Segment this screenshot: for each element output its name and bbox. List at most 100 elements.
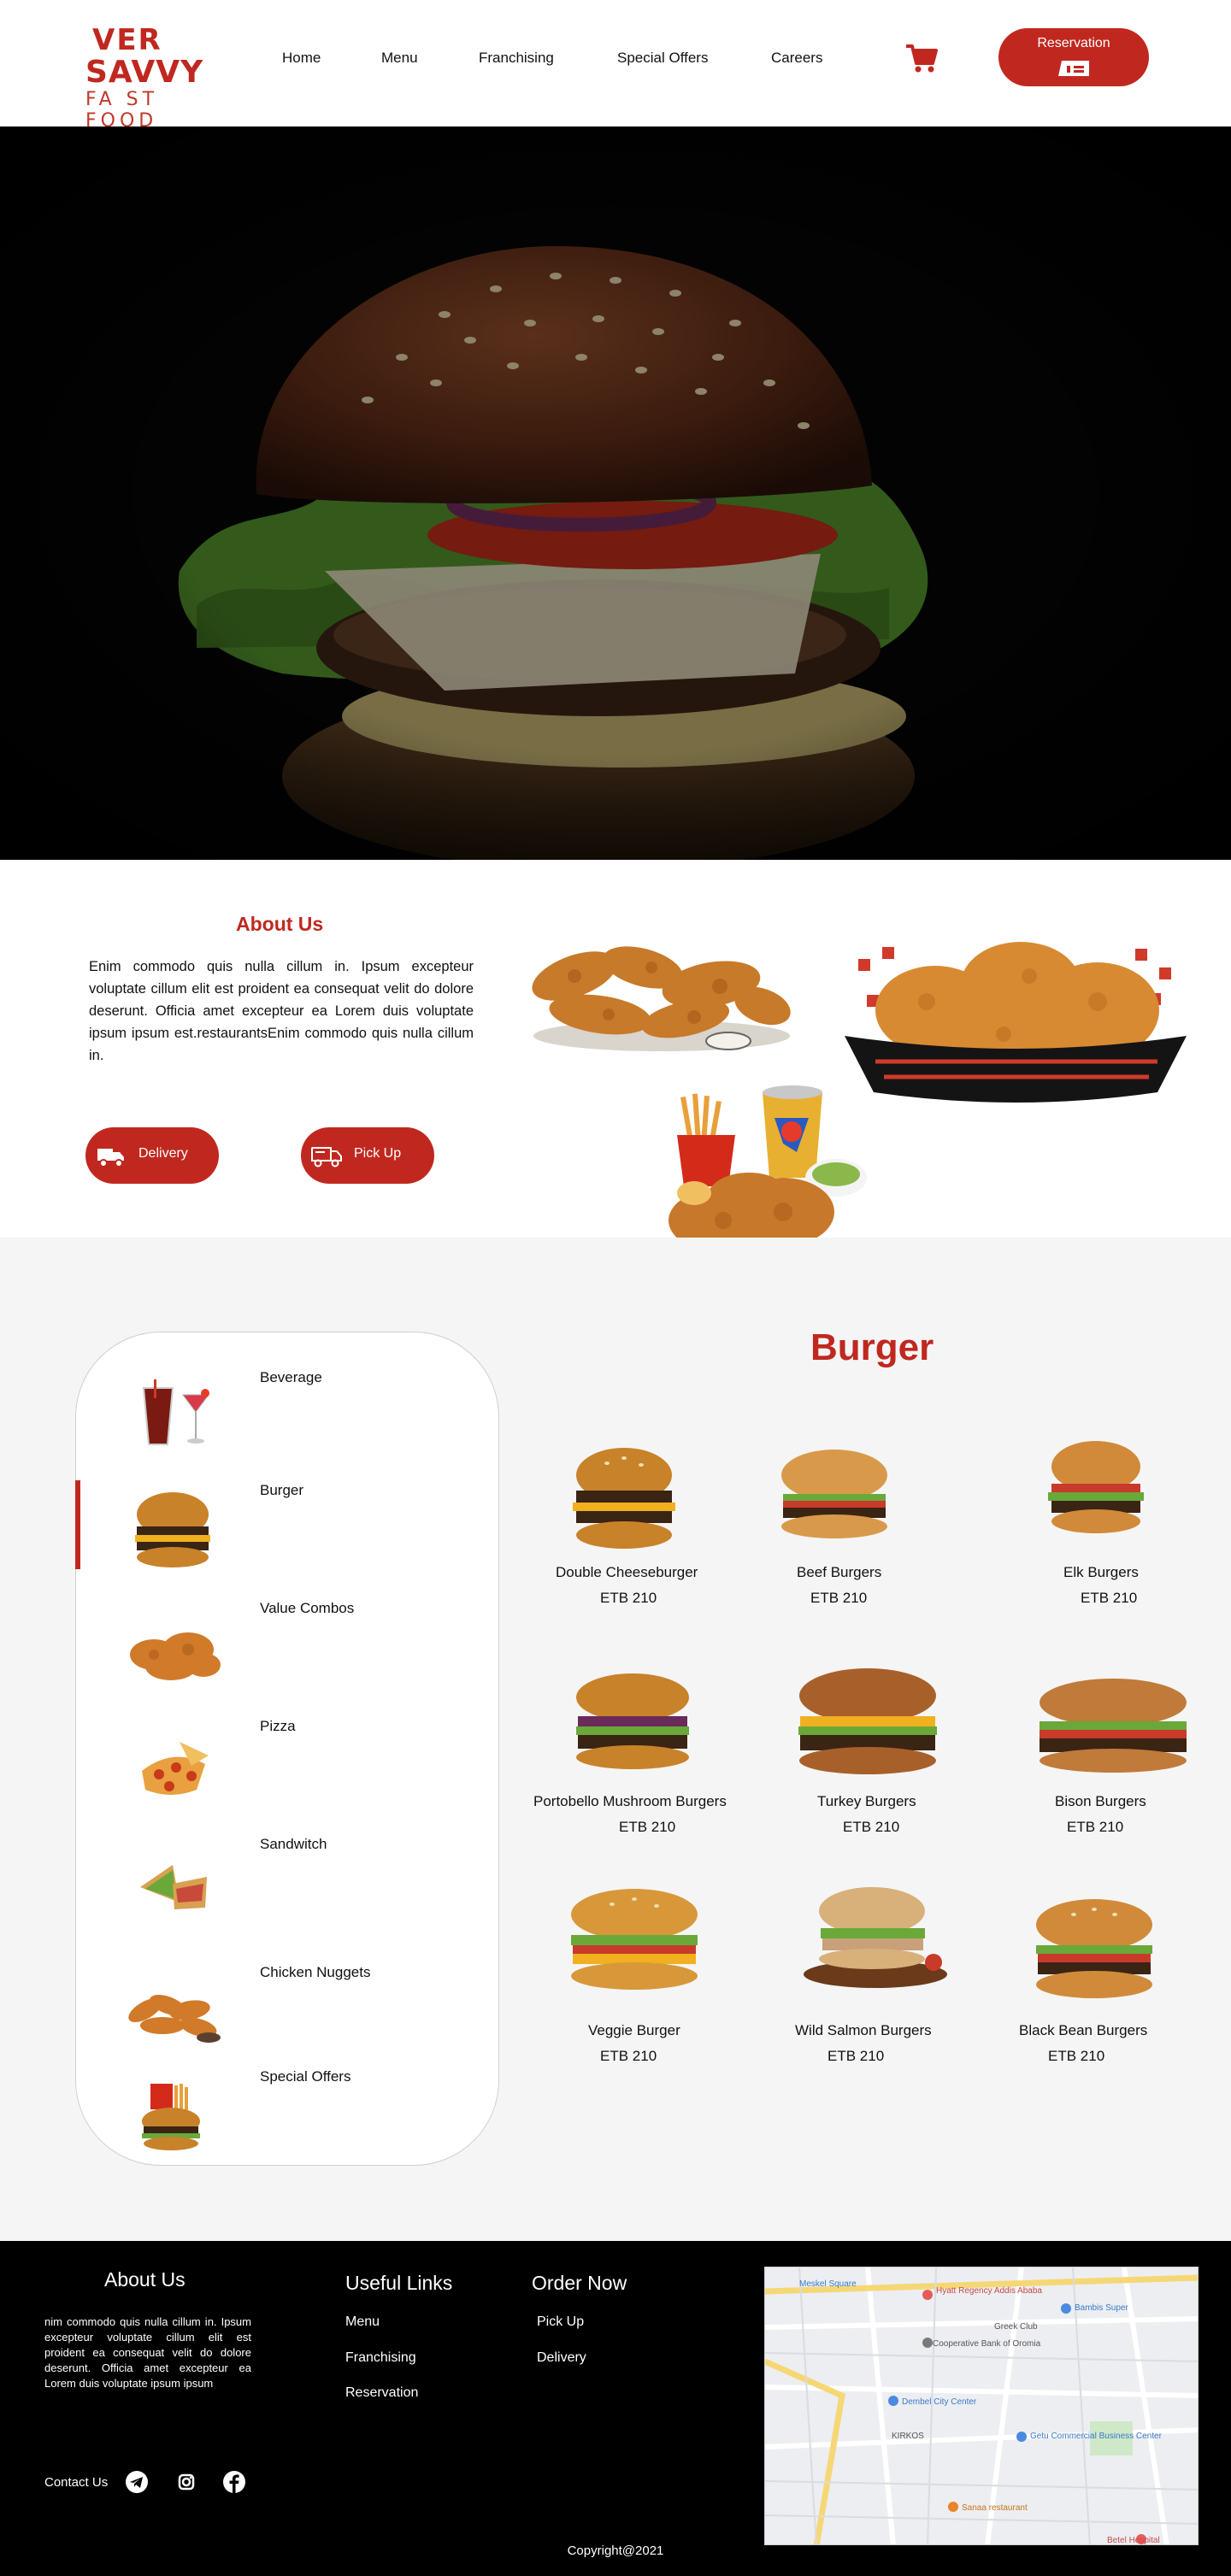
- product-card[interactable]: Turkey Burgers ETB 210: [769, 1661, 957, 1846]
- pickup-button[interactable]: Pick Up: [301, 1127, 434, 1184]
- cart-icon[interactable]: [904, 41, 939, 75]
- category-label: Sandwitch: [260, 1836, 327, 1852]
- category-label: Value Combos: [260, 1600, 355, 1616]
- product-card[interactable]: Double Cheeseburger ETB 210: [530, 1436, 718, 1615]
- footer-link-menu[interactable]: Menu: [345, 2314, 380, 2330]
- hero-burger-image: [0, 126, 1231, 860]
- category-label: Chicken Nuggets: [260, 1964, 371, 1980]
- product-name: Beef Burgers: [797, 1564, 882, 1580]
- logo[interactable]: VER SAVVY FA ST FOOD: [84, 22, 234, 132]
- logo-subtitle: FA ST FOOD: [85, 89, 159, 132]
- product-image: [573, 1448, 675, 1549]
- product-name: Veggie Burger: [588, 2022, 680, 2038]
- map-label: Sanaa restaurant: [962, 2503, 1028, 2513]
- map-label: Getu Commercial Business Center: [1030, 2432, 1163, 2441]
- chicken-basket-image: [841, 933, 1190, 1111]
- product-image: [798, 1668, 937, 1774]
- product-name: Portobello Mushroom Burgers: [533, 1793, 727, 1809]
- product-name: Black Bean Burgers: [1019, 2022, 1148, 2038]
- svg-text:VER: VER: [92, 23, 162, 57]
- map-label: KIRKOS: [892, 2432, 924, 2441]
- category-label: Burger: [260, 1482, 304, 1498]
- product-name: Elk Burgers: [1063, 1564, 1139, 1580]
- map-label: Hyatt Regency Addis Ababa: [936, 2286, 1042, 2296]
- about-text: Enim commodo quis nulla cillum in. Ipsum…: [89, 959, 474, 1063]
- product-price: ETB 210: [600, 2048, 657, 2064]
- beverage-image: [142, 1379, 209, 1445]
- category-pizza[interactable]: Pizza: [75, 1718, 499, 1812]
- nav-special-offers[interactable]: Special Offers: [617, 50, 708, 67]
- product-card[interactable]: Portobello Mushroom Burgers ETB 210: [530, 1667, 752, 1846]
- product-price: ETB 210: [843, 1819, 900, 1835]
- instagram-icon[interactable]: [174, 2470, 198, 2494]
- footer-link-reservation[interactable]: Reservation: [345, 2385, 418, 2401]
- category-chicken-nuggets[interactable]: Chicken Nuggets: [75, 1964, 499, 2058]
- product-card[interactable]: Black Bean Burgers ETB 210: [1009, 1892, 1197, 2073]
- product-name: Turkey Burgers: [817, 1793, 916, 1809]
- telegram-icon[interactable]: [125, 2470, 149, 2494]
- contact-label: Contact Us: [44, 2475, 109, 2490]
- location-map[interactable]: Meskel Square Hyatt Regency Addis Ababa …: [764, 2267, 1199, 2545]
- map-label: Greek Club: [994, 2322, 1038, 2332]
- product-card[interactable]: Wild Salmon Burgers ETB 210: [786, 1877, 975, 2073]
- product-image: [1048, 1441, 1144, 1533]
- product-name: Wild Salmon Burgers: [795, 2022, 932, 2038]
- product-image: [576, 1673, 689, 1769]
- product-image: [804, 1887, 947, 1988]
- product-price: ETB 210: [619, 1819, 676, 1835]
- pickup-label: Pick Up: [354, 1146, 402, 1161]
- hero-banner: [0, 126, 1231, 860]
- sandwich-image: [140, 1865, 207, 1909]
- category-burger[interactable]: Burger: [75, 1482, 499, 1576]
- product-name: Bison Burgers: [1055, 1793, 1146, 1809]
- map-label: Bambis Super: [1075, 2303, 1128, 2313]
- nav-home[interactable]: Home: [282, 50, 321, 67]
- category-sandwitch[interactable]: Sandwitch: [75, 1836, 499, 1930]
- delivery-truck-icon: [97, 1149, 124, 1167]
- nav-menu[interactable]: Menu: [381, 50, 418, 67]
- category-label: Pizza: [260, 1718, 296, 1734]
- product-card[interactable]: Veggie Burger ETB 210: [547, 1880, 735, 2073]
- special-offers-image: [142, 2084, 200, 2150]
- product-image: [1036, 1899, 1152, 1998]
- product-price: ETB 210: [810, 1590, 868, 1606]
- fried-chicken-image: [523, 916, 800, 1058]
- chicken-nuggets-image: [128, 1994, 221, 2043]
- footer-about-text: nim commodo quis nulla cillum in. Ipsum …: [44, 2315, 251, 2390]
- product-card[interactable]: Beef Burgers ETB 210: [752, 1436, 923, 1615]
- product-image: [571, 1889, 698, 1990]
- category-label: Beverage: [260, 1369, 322, 1385]
- nav-franchising[interactable]: Franchising: [479, 50, 554, 67]
- burger-category-image: [135, 1492, 210, 1567]
- product-price: ETB 210: [1081, 1590, 1138, 1606]
- svg-text:SAVVY: SAVVY: [85, 55, 203, 84]
- product-card[interactable]: Bison Burgers ETB 210: [1017, 1672, 1205, 1846]
- footer-link-pickup[interactable]: Pick Up: [537, 2314, 584, 2330]
- product-price: ETB 210: [1067, 1819, 1124, 1835]
- product-price: ETB 210: [600, 1590, 657, 1606]
- reservation-label: Reservation: [1037, 36, 1110, 50]
- site-header: VER SAVVY FA ST FOOD Home Menu Franchisi…: [0, 0, 1231, 132]
- footer-about-title: About Us: [104, 2268, 186, 2291]
- product-price: ETB 210: [828, 2048, 885, 2064]
- reservation-icon: [1058, 61, 1089, 76]
- map-label: Dembel City Center: [902, 2397, 977, 2407]
- product-price: ETB 210: [1048, 2048, 1105, 2064]
- footer-link-delivery[interactable]: Delivery: [537, 2350, 586, 2366]
- category-beverage[interactable]: Beverage: [75, 1369, 499, 1463]
- product-image: [781, 1450, 887, 1538]
- reservation-button[interactable]: Reservation: [998, 28, 1149, 86]
- copyright: Copyright@2021: [567, 2544, 664, 2558]
- category-special-offers[interactable]: Special Offers: [75, 2068, 499, 2162]
- nav-careers[interactable]: Careers: [771, 50, 822, 67]
- facebook-icon[interactable]: [222, 2470, 246, 2494]
- map-label: Meskel Square: [799, 2279, 857, 2289]
- footer-order-title: Order Now: [532, 2272, 627, 2294]
- about-title: About Us: [236, 913, 324, 935]
- category-value-combos[interactable]: Value Combos: [75, 1600, 499, 1694]
- delivery-button[interactable]: Delivery: [85, 1127, 219, 1184]
- footer-link-franchising[interactable]: Franchising: [345, 2350, 416, 2366]
- product-card[interactable]: Elk Burgers ETB 210: [1022, 1436, 1193, 1615]
- footer-links-title: Useful Links: [345, 2272, 453, 2294]
- pizza-image: [142, 1742, 209, 1795]
